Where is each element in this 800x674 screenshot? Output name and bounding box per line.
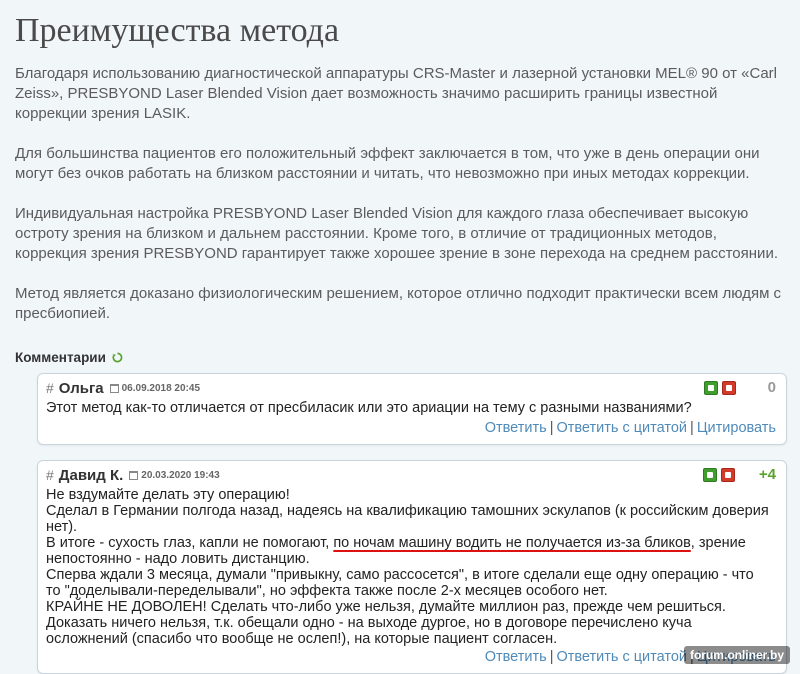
comment-permalink[interactable]: # <box>46 380 54 396</box>
comment: # Давид К. 20.03.2020 19:43 +4 Не вздума… <box>37 460 787 674</box>
comment-author[interactable]: Ольга <box>59 380 104 397</box>
comment-date: 20.03.2020 19:43 <box>141 469 220 481</box>
reply-link[interactable]: Ответить <box>485 420 547 436</box>
calendar-icon <box>109 383 119 393</box>
quote-link[interactable]: Цитировать <box>697 420 776 436</box>
page-title: Преимущества метода <box>15 12 340 49</box>
site-watermark: forum.onliner.by <box>683 646 790 664</box>
comment-date: 06.09.2018 20:45 <box>121 382 201 394</box>
comment-line: Этот метод как-то отличается от пресбила… <box>46 400 692 416</box>
vote-up-icon[interactable] <box>704 380 718 395</box>
vote-area: 0 <box>704 379 776 396</box>
comment-line: КРАЙНЕ НЕ ДОВОЛЕН! Сделать что-либо уже … <box>46 599 726 615</box>
article: Преимущества метода Благодаря использова… <box>15 0 787 674</box>
comments-heading-label: Комментарии <box>15 350 106 365</box>
vote-area: +4 <box>702 466 776 483</box>
comment-header: # Давид К. 20.03.2020 19:43 <box>46 465 776 485</box>
paragraph-4: Метод является доказано физиологическим … <box>15 285 782 322</box>
comment-text: Не вздумайте делать эту операцию! Сделал… <box>46 487 776 647</box>
comment-score: +4 <box>758 466 776 483</box>
refresh-icon[interactable] <box>112 352 123 363</box>
highlighted-text: по ночам машину водить не получается из-… <box>333 535 691 551</box>
comment-author[interactable]: Давид К. <box>59 467 123 484</box>
comment-line: Не вздумайте делать эту операцию! <box>46 487 290 503</box>
comment-actions: Ответить | Ответить с цитатой | Цитировать <box>484 649 776 665</box>
paragraph-1: Благодаря использованию диагностической … <box>15 65 777 122</box>
comments-heading: Комментарии <box>15 350 785 365</box>
comment-line: Доказать ничего нельзя, т.к. обещали одн… <box>46 615 692 647</box>
reply-with-quote-link[interactable]: Ответить с цитатой <box>556 649 687 665</box>
reply-with-quote-link[interactable]: Ответить с цитатой <box>556 420 687 436</box>
comment-permalink[interactable]: # <box>46 467 54 483</box>
comment-line: Сперва ждали 3 месяца, думали "привыкну,… <box>46 567 754 599</box>
reply-link[interactable]: Ответить <box>485 649 547 665</box>
vote-down-icon[interactable] <box>720 467 735 482</box>
vote-down-icon[interactable] <box>722 380 736 395</box>
comment-line: Сделал в Германии полгода назад, надеясь… <box>46 503 769 535</box>
paragraph-2: Для большинства пациентов его положитель… <box>15 145 760 182</box>
result-text-before: В итоге - сухость глаз, капли не помогаю… <box>46 535 334 551</box>
calendar-icon <box>129 470 139 480</box>
vote-up-icon[interactable] <box>702 467 717 482</box>
comment-line-result: В итоге - сухость глаз, капли не помогаю… <box>46 535 772 567</box>
comment: # Ольга 06.09.2018 20:45 0 Этот метод ка… <box>37 373 787 445</box>
comment-score: 0 <box>767 379 776 396</box>
comment-text: Этот метод как-то отличается от пресбила… <box>46 400 776 416</box>
comment-actions: Ответить | Ответить с цитатой | Цитировать <box>484 420 776 436</box>
comment-header: # Ольга 06.09.2018 20:45 <box>46 378 776 398</box>
paragraph-3: Индивидуальная настройка PRESBYOND Laser… <box>15 205 778 262</box>
